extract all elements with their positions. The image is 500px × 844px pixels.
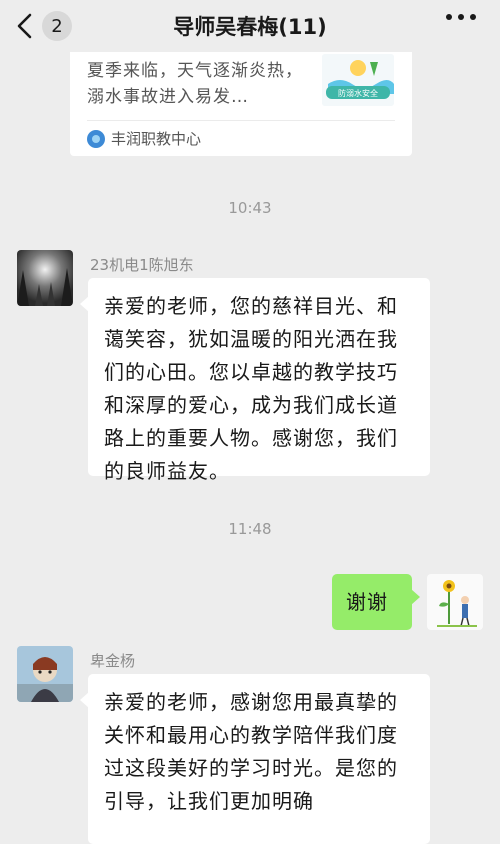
article-source[interactable]: 丰润职教中心 xyxy=(87,128,201,149)
more-dot-icon xyxy=(446,14,452,20)
chat-title: 导师吴春梅(11) xyxy=(173,15,327,39)
article-description: 夏季来临，天气逐渐炎热，溺水事故进入易发… xyxy=(87,61,303,107)
back-button[interactable]: 2 xyxy=(10,10,72,42)
article-thumbnail: 防溺水安全 xyxy=(322,54,394,106)
message-timestamp: 11:48 xyxy=(228,520,272,538)
chat-header: 2 导师吴春梅(11) xyxy=(0,0,500,52)
official-account-icon xyxy=(87,129,105,148)
source-name: 丰润职教中心 xyxy=(111,130,202,148)
own-message-bubble[interactable]: 谢谢 xyxy=(332,574,420,630)
message-bubble[interactable]: 亲爱的老师，感谢您用最真挚的关怀和最用心的教学陪伴我们度过这段美好的学习时光。是… xyxy=(80,674,430,844)
own-avatar[interactable] xyxy=(427,574,483,630)
more-dot-icon xyxy=(470,14,476,20)
message-bubble[interactable]: 亲爱的老师，您的慈祥目光、和蔼笑容，犹如温暖的阳光洒在我们的心田。您以卓越的教学… xyxy=(80,278,430,483)
message-timestamp: 10:43 xyxy=(228,199,272,217)
unread-count-badge: 2 xyxy=(42,11,72,41)
sender-name: 卑金杨 xyxy=(90,652,136,670)
more-options-button[interactable] xyxy=(446,14,476,20)
avatar[interactable] xyxy=(17,646,73,702)
card-divider xyxy=(87,120,395,121)
more-dot-icon xyxy=(458,14,464,20)
chevron-left-icon xyxy=(17,13,32,39)
avatar[interactable] xyxy=(17,250,73,306)
svg-text:防溺水安全: 防溺水安全 xyxy=(338,88,378,98)
sender-name: 23机电1陈旭东 xyxy=(90,256,194,274)
shared-article-card[interactable]: 夏季来临，天气逐渐炎热，溺水事故进入易发… 防溺水安全 丰润职教中心 xyxy=(70,40,412,156)
